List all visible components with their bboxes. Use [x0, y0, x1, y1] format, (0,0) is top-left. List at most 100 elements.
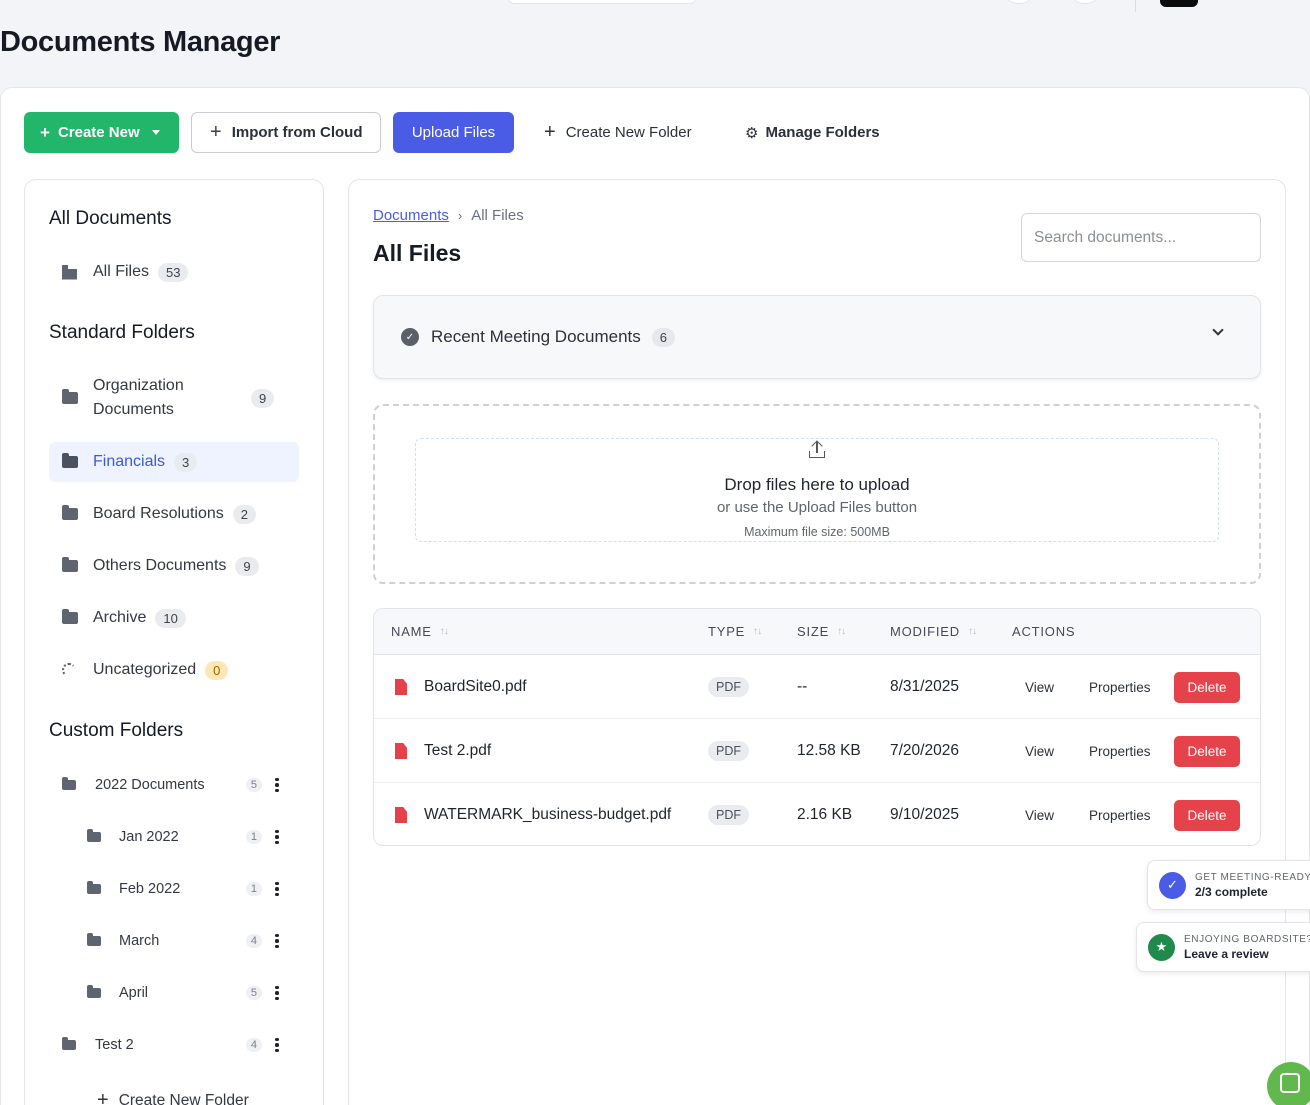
create-new-button[interactable]: + Create New — [24, 112, 179, 153]
count-badge: 53 — [158, 262, 189, 282]
gear-icon: ⚙ — [745, 124, 759, 142]
more-options-icon[interactable] — [267, 985, 287, 1001]
chat-launcher-button[interactable] — [1267, 1062, 1310, 1105]
sidebar-item-financials[interactable]: Financials 3 — [49, 442, 299, 482]
star-icon: ★ — [1148, 933, 1175, 961]
pdf-file-icon — [395, 679, 407, 695]
view-button[interactable]: View — [1025, 719, 1054, 783]
folder-icon — [87, 829, 101, 842]
meeting-ready-toast[interactable]: ✓ GET MEETING-READY 2/3 complete — [1147, 860, 1310, 910]
table-row[interactable]: Test 2.pdf PDF 12.58 KB 7/20/2026 View P… — [374, 719, 1260, 783]
count-badge: 5 — [245, 778, 262, 792]
chevron-down-icon[interactable] — [1212, 324, 1224, 336]
more-options-icon[interactable] — [267, 881, 287, 897]
header-icon-button[interactable] — [1072, 0, 1098, 4]
file-size-cell: -- — [797, 678, 808, 695]
count-badge: 5 — [245, 986, 262, 1000]
sidebar-item-uncategorized[interactable]: Uncategorized 0 — [49, 650, 299, 690]
file-name-cell[interactable]: BoardSite0.pdf — [395, 655, 527, 719]
header-icon-button[interactable] — [1006, 0, 1032, 4]
header-avatar[interactable] — [1160, 0, 1198, 7]
table-header: NAME ↑↓ TYPE ↑↓ SIZE ↑↓ MODIFIED ↑↓ ACTIONS — [374, 609, 1260, 655]
folder-icon — [87, 985, 101, 998]
file-name-cell[interactable]: WATERMARK_business-budget.pdf — [395, 783, 672, 845]
sidebar-item-organization-documents[interactable]: Organization Documents 9 — [49, 370, 299, 426]
plus-icon: + — [97, 1089, 109, 1105]
custom-folder-march[interactable]: March 4 — [87, 929, 287, 953]
properties-button[interactable]: Properties — [1089, 719, 1151, 783]
more-options-icon[interactable] — [267, 829, 287, 845]
view-button[interactable]: View — [1025, 655, 1054, 719]
properties-button[interactable]: Properties — [1089, 655, 1151, 719]
sort-icon: ↑↓ — [439, 626, 449, 637]
upload-files-button[interactable]: Upload Files — [393, 112, 514, 153]
upload-dropzone-inner[interactable]: Drop files here to upload or use the Upl… — [415, 438, 1219, 542]
column-header-size[interactable]: SIZE ↑↓ — [797, 624, 846, 639]
toast-body: Leave a review — [1184, 946, 1269, 961]
custom-folder-jan-2022[interactable]: Jan 2022 1 — [87, 825, 287, 849]
view-button[interactable]: View — [1025, 783, 1054, 845]
dropzone-max-size: Maximum file size: 500MB — [744, 525, 890, 539]
recent-meeting-documents-panel[interactable]: ✓ Recent Meeting Documents 6 — [373, 295, 1261, 379]
custom-folder-feb-2022[interactable]: Feb 2022 1 — [87, 877, 287, 901]
folder-icon — [62, 609, 82, 624]
manage-folders-button[interactable]: ⚙ Manage Folders — [745, 112, 880, 153]
sidebar-item-label: All Files — [93, 263, 150, 280]
folder-icon — [62, 777, 76, 790]
column-header-type[interactable]: TYPE ↑↓ — [708, 624, 762, 639]
table-row[interactable]: WATERMARK_business-budget.pdf PDF 2.16 K… — [374, 783, 1260, 845]
custom-folder-test-2[interactable]: Test 2 4 — [62, 1033, 287, 1057]
more-options-icon[interactable] — [267, 933, 287, 949]
custom-folder-label: Feb 2022 — [119, 881, 181, 897]
sidebar-item-label: Uncategorized — [93, 661, 197, 678]
toast-title: GET MEETING-READY — [1195, 871, 1310, 883]
count-badge: 1 — [245, 830, 262, 844]
review-toast[interactable]: ★ ENJOYING BOARDSITE? Leave a review — [1136, 922, 1310, 972]
create-new-folder-button[interactable]: + Create New Folder — [544, 112, 692, 153]
sidebar-create-folder-button[interactable]: + Create New Folder — [97, 1089, 249, 1105]
delete-button[interactable]: Delete — [1174, 671, 1240, 703]
file-name: WATERMARK_business-budget.pdf — [424, 806, 672, 823]
count-badge: 2 — [232, 504, 256, 524]
sidebar-item-others-documents[interactable]: Others Documents 9 — [49, 546, 299, 586]
breadcrumb: Documents › All Files — [373, 207, 524, 224]
sidebar-item-board-resolutions[interactable]: Board Resolutions 2 — [49, 494, 299, 534]
file-modified-cell: 7/20/2026 — [890, 742, 959, 759]
more-options-icon[interactable] — [267, 777, 287, 793]
custom-folder-label: April — [119, 985, 149, 1001]
standard-folders-heading: Standard Folders — [49, 322, 195, 343]
count-badge: 4 — [245, 934, 262, 948]
column-header-actions: ACTIONS — [1012, 624, 1076, 639]
delete-button[interactable]: Delete — [1174, 799, 1240, 831]
properties-button[interactable]: Properties — [1089, 783, 1151, 845]
table-row[interactable]: BoardSite0.pdf PDF -- 8/31/2025 View Pro… — [374, 655, 1260, 719]
custom-folder-april[interactable]: April 5 — [87, 981, 287, 1005]
sidebar-item-label: Organization Documents — [93, 377, 184, 418]
sort-icon: ↑↓ — [967, 626, 977, 637]
custom-folder-label: Jan 2022 — [119, 829, 179, 845]
sidebar-item-archive[interactable]: Archive 10 — [49, 598, 299, 638]
breadcrumb-documents-link[interactable]: Documents — [373, 207, 449, 224]
folder-icon — [62, 389, 82, 404]
file-name-cell[interactable]: Test 2.pdf — [395, 719, 491, 783]
custom-folders-heading: Custom Folders — [49, 720, 184, 741]
file-name: BoardSite0.pdf — [424, 678, 527, 695]
column-header-modified[interactable]: MODIFIED ↑↓ — [890, 624, 977, 639]
folder-icon — [87, 933, 101, 946]
more-options-icon[interactable] — [267, 1037, 287, 1053]
search-input[interactable] — [1021, 213, 1261, 262]
folder-icon — [62, 453, 82, 468]
sort-icon: ↑↓ — [837, 626, 846, 637]
dropzone-subtitle: or use the Upload Files button — [716, 499, 918, 516]
custom-folder-label: March — [119, 933, 160, 949]
header-search-stub[interactable] — [508, 0, 696, 4]
sidebar-item-label: Financials — [93, 453, 166, 470]
count-badge: 4 — [245, 1038, 262, 1052]
delete-cell: Delete — [1174, 655, 1240, 719]
import-from-cloud-button[interactable]: + Import from Cloud — [191, 112, 381, 153]
count-badge: 0 — [205, 660, 229, 680]
sidebar-item-all-files[interactable]: All Files 53 — [49, 257, 299, 287]
column-header-name[interactable]: NAME ↑↓ — [391, 624, 449, 639]
custom-folder-2022-documents[interactable]: 2022 Documents 5 — [62, 773, 287, 797]
delete-button[interactable]: Delete — [1174, 735, 1240, 767]
